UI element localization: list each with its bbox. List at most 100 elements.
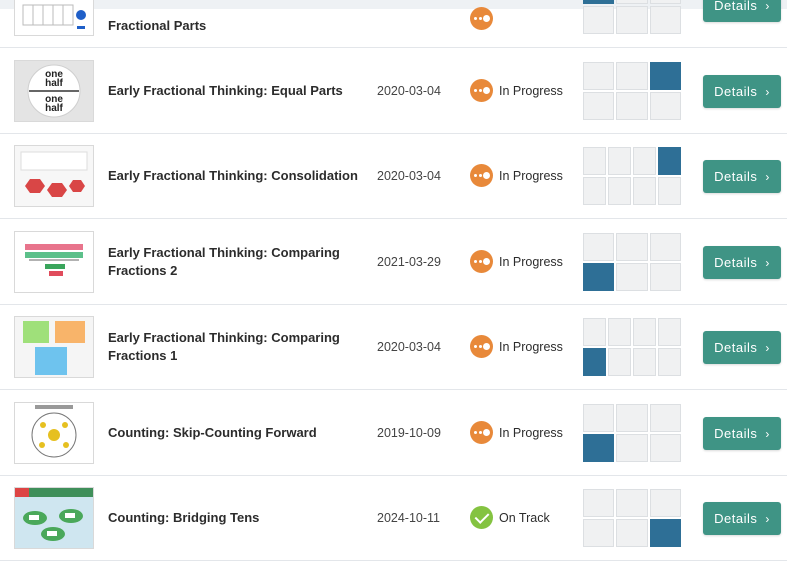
progress-cell-empty: [616, 404, 648, 432]
progress-grid: [583, 489, 681, 547]
chevron-right-icon: ›: [765, 340, 770, 355]
progress-cell-filled: [658, 147, 681, 175]
activity-title: Early Fractional Thinking: Comparing Fra…: [108, 329, 340, 363]
activity-row: one half one half Early Fractional Thinking:…: [0, 48, 787, 134]
consolidation-hexagon-thumbnail: [14, 145, 94, 207]
activity-date: 2021-03-29: [377, 254, 441, 269]
activity-row: Counting: Bridging Tens 2024-10-11 On Trac…: [0, 475, 787, 561]
comparing-fractions-2-thumbnail: [14, 231, 94, 293]
progress-cell-empty: [616, 519, 648, 547]
fractional-parts-thumbnail: [14, 0, 94, 36]
progress-cell-empty: [658, 318, 681, 346]
progress-cell-filled: [583, 0, 615, 4]
progress-cell-empty: [633, 318, 656, 346]
activity-row: Early Fractional Thinking: Comparing Fra…: [0, 304, 787, 390]
progress-cell-empty: [583, 519, 615, 547]
details-button[interactable]: Details ›: [703, 417, 781, 450]
activity-date: 2020-03-04: [377, 83, 441, 98]
chevron-right-icon: ›: [765, 426, 770, 441]
progress-cell-empty: [583, 318, 606, 346]
activity-row: Fractional Parts Details ›: [0, 0, 787, 48]
progress-cell-empty: [649, 92, 681, 120]
progress-cell-empty: [583, 62, 615, 90]
activity-date: 2024-10-11: [377, 510, 441, 525]
status-indicator: In Progress: [470, 133, 563, 218]
activity-date: 2019-10-09: [377, 425, 441, 440]
details-button[interactable]: Details ›: [703, 502, 781, 535]
details-button[interactable]: Details ›: [703, 0, 781, 22]
progress-cell-empty: [633, 147, 656, 175]
in-progress-icon: [470, 79, 493, 102]
details-button[interactable]: Details ›: [703, 160, 781, 193]
progress-cell-empty: [583, 6, 615, 34]
progress-cell-empty: [649, 0, 681, 4]
chevron-right-icon: ›: [765, 255, 770, 270]
progress-cell-empty: [649, 263, 681, 291]
details-button-label: Details: [714, 0, 758, 13]
progress-cell-filled: [649, 62, 681, 90]
progress-cell-empty: [658, 177, 681, 205]
in-progress-icon: [470, 421, 493, 444]
progress-cell-empty: [616, 489, 648, 517]
details-button[interactable]: Details ›: [703, 331, 781, 364]
progress-cell-empty: [649, 233, 681, 261]
progress-cell-empty: [633, 348, 656, 376]
progress-cell-filled: [583, 263, 615, 291]
equal-parts-plate-thumbnail: one half one half: [14, 60, 94, 122]
progress-cell-empty: [608, 147, 631, 175]
progress-cell-filled: [649, 519, 681, 547]
thumb-label: half: [45, 78, 63, 89]
progress-cell-filled: [583, 434, 615, 462]
progress-cell-empty: [616, 263, 648, 291]
thumb-label: half: [45, 103, 63, 114]
progress-cell-empty: [583, 489, 615, 517]
progress-cell-empty: [608, 318, 631, 346]
status-indicator: [470, 0, 499, 32]
bridging-tens-thumbnail: [14, 487, 94, 549]
activity-title: Early Fractional Thinking: Comparing Fra…: [108, 244, 340, 278]
activity-row: Early Fractional Thinking: Consolidation…: [0, 133, 787, 219]
status-indicator: In Progress: [470, 390, 563, 475]
progress-grid: [583, 147, 681, 205]
check-circle-icon: [470, 506, 493, 529]
status-indicator: In Progress: [470, 48, 563, 133]
progress-grid: [583, 0, 681, 34]
status-indicator: In Progress: [470, 219, 563, 304]
progress-grid: [583, 318, 681, 376]
chevron-right-icon: ›: [765, 0, 770, 13]
progress-cell-empty: [649, 434, 681, 462]
details-button-label: Details: [714, 426, 758, 441]
details-button-label: Details: [714, 511, 758, 526]
progress-cell-empty: [583, 147, 606, 175]
progress-cell-empty: [658, 348, 681, 376]
progress-cell-filled: [583, 348, 606, 376]
activity-date: 2020-03-04: [377, 168, 441, 183]
status-label: In Progress: [499, 254, 563, 269]
activity-date: 2020-03-04: [377, 339, 441, 354]
progress-cell-empty: [649, 489, 681, 517]
progress-cell-empty: [616, 62, 648, 90]
details-button[interactable]: Details ›: [703, 75, 781, 108]
chevron-right-icon: ›: [765, 169, 770, 184]
details-button-label: Details: [714, 169, 758, 184]
details-button[interactable]: Details ›: [703, 246, 781, 279]
progress-cell-empty: [616, 92, 648, 120]
progress-cell-empty: [583, 233, 615, 261]
progress-cell-empty: [616, 434, 648, 462]
progress-cell-empty: [608, 348, 631, 376]
activity-row: Early Fractional Thinking: Comparing Fra…: [0, 219, 787, 305]
progress-cell-empty: [583, 404, 615, 432]
progress-cell-empty: [616, 0, 648, 4]
progress-cell-empty: [616, 6, 648, 34]
status-label: In Progress: [499, 83, 563, 98]
comparing-fractions-1-thumbnail: [14, 316, 94, 378]
progress-cell-empty: [608, 177, 631, 205]
activity-title: Early Fractional Thinking: Consolidation: [108, 167, 358, 183]
progress-grid: [583, 62, 681, 120]
activity-title: Early Fractional Thinking: Equal Parts: [108, 82, 343, 98]
activity-title: Counting: Skip-Counting Forward: [108, 424, 317, 440]
progress-cell-empty: [649, 404, 681, 432]
progress-cell-empty: [583, 92, 615, 120]
status-indicator: In Progress: [470, 304, 563, 389]
progress-cell-empty: [649, 6, 681, 34]
